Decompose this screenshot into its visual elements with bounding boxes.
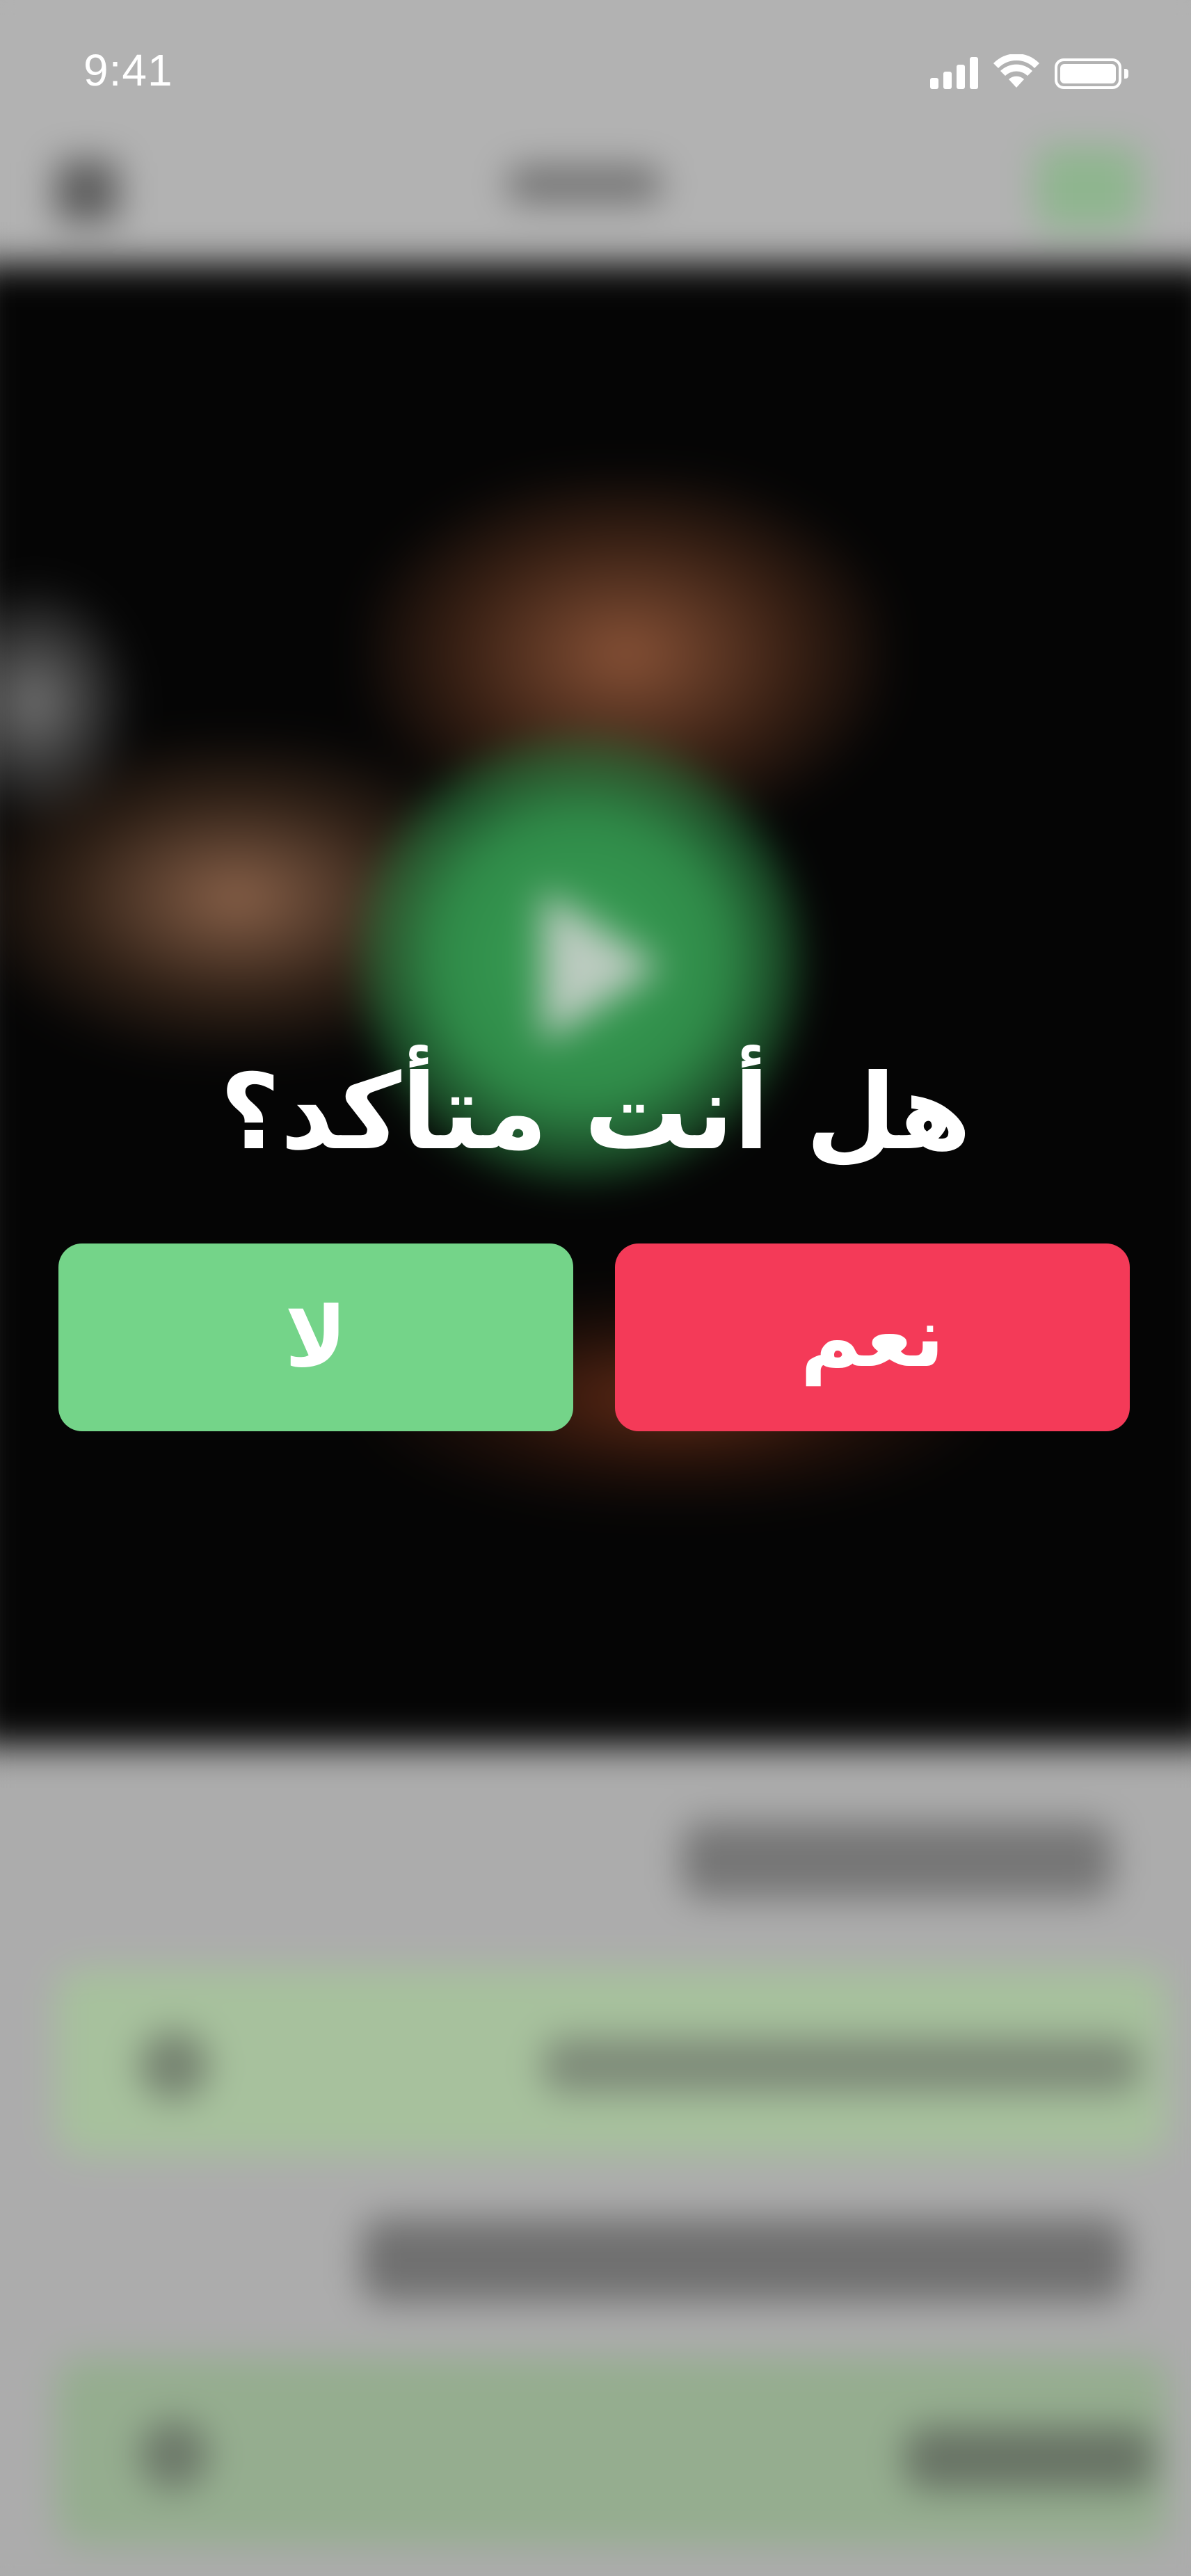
confirm-dialog: هل أنت متأكد؟ لا نعم xyxy=(0,0,1191,2576)
cellular-signal-icon xyxy=(930,56,978,89)
yes-button[interactable]: نعم xyxy=(615,1243,1130,1431)
dialog-title: هل أنت متأكد؟ xyxy=(219,1052,972,1173)
status-time: 9:41 xyxy=(83,45,173,95)
no-button[interactable]: لا xyxy=(58,1243,573,1431)
status-bar: 9:41 xyxy=(0,0,1191,139)
status-icons xyxy=(930,50,1128,89)
battery-icon xyxy=(1055,58,1128,89)
wifi-icon xyxy=(993,54,1039,88)
